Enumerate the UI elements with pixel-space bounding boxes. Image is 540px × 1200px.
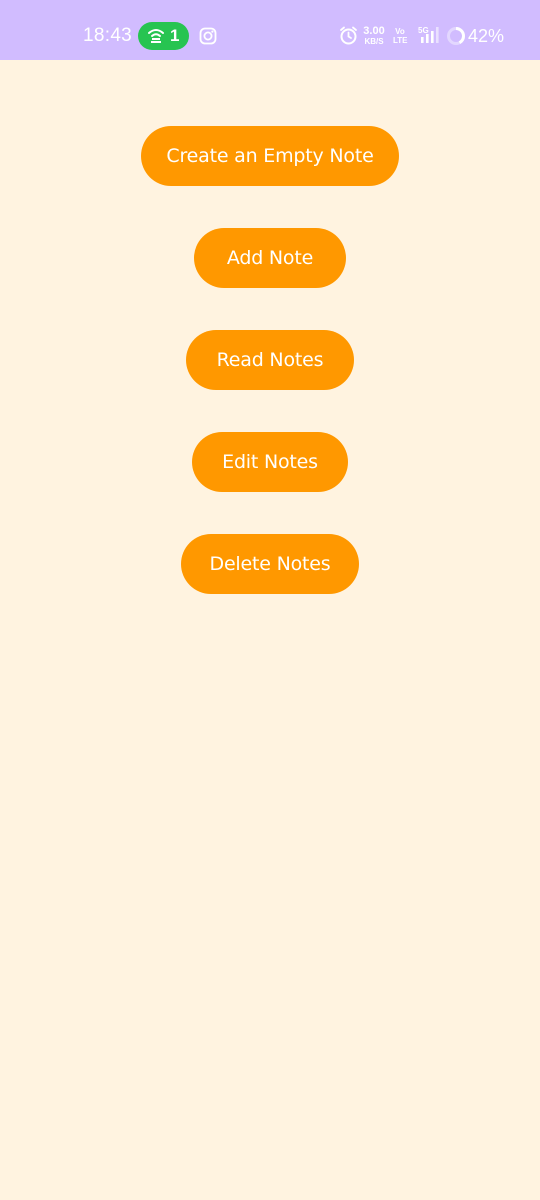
alarm-icon	[340, 26, 357, 45]
instagram-icon	[199, 27, 217, 45]
network-speed-value: 3.00	[363, 25, 385, 37]
hotspot-count: 1	[170, 26, 180, 45]
status-bar: 18:43 1 3.00 KB/S Vo LTE 5G 42%	[0, 0, 540, 60]
signal-icon: 5G	[418, 26, 439, 43]
battery-percent: 42%	[468, 26, 505, 46]
hotspot-icon	[148, 29, 164, 43]
volte-bottom: LTE	[393, 36, 408, 45]
volte-top: Vo	[395, 27, 405, 36]
network-speed-unit: KB/S	[364, 37, 384, 46]
add-note-button[interactable]: Add Note	[194, 228, 346, 288]
edit-notes-button[interactable]: Edit Notes	[192, 432, 348, 492]
volte-indicator: Vo LTE	[393, 27, 408, 45]
battery-icon	[447, 27, 465, 45]
delete-notes-button[interactable]: Delete Notes	[181, 534, 359, 594]
hotspot-indicator[interactable]: 1	[138, 22, 189, 50]
read-notes-button[interactable]: Read Notes	[186, 330, 354, 390]
network-speed: 3.00 KB/S	[361, 25, 387, 47]
network-type-label: 5G	[418, 26, 429, 35]
status-time: 18:43	[83, 25, 133, 46]
create-empty-note-button[interactable]: Create an Empty Note	[141, 126, 399, 186]
